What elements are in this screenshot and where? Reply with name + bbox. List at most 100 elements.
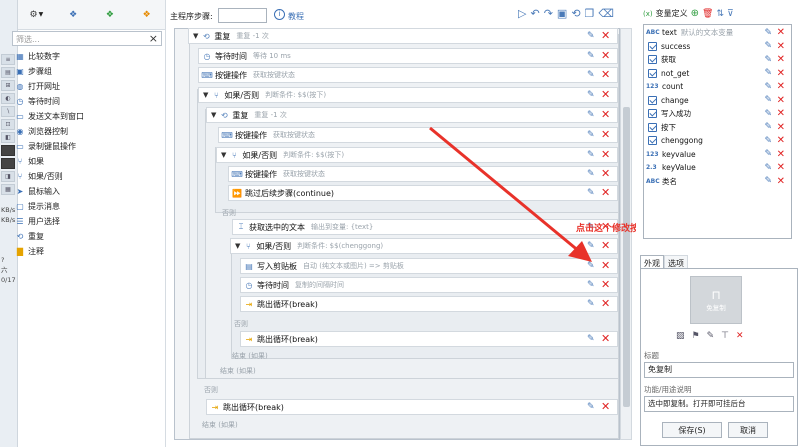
delete-icon[interactable]: ✕ xyxy=(777,176,785,187)
delete-icon[interactable]: ✕ xyxy=(601,168,611,180)
var-row[interactable]: ABC 类名 ✎ ✕ xyxy=(644,175,791,189)
delete-icon[interactable]: ✕ xyxy=(601,260,611,272)
edit-icon[interactable]: ✎ xyxy=(764,109,772,119)
preview-thumb[interactable]: ⊓ 免复制 xyxy=(690,276,742,324)
redo-icon[interactable]: ↷ xyxy=(544,7,553,20)
delete-icon[interactable]: ✕ xyxy=(777,41,785,52)
edit-icon[interactable]: ✎ xyxy=(764,82,772,92)
delete-icon[interactable]: ✕ xyxy=(601,401,611,413)
copy-icon[interactable]: ❐ xyxy=(585,7,595,20)
tool-item[interactable]: ☰ 用户选择 xyxy=(12,214,84,229)
delete-icon[interactable]: ✕ xyxy=(777,68,785,79)
delete-icon[interactable]: ✕ xyxy=(777,81,785,92)
var-row[interactable]: success ✎ ✕ xyxy=(644,40,791,54)
delete-icon[interactable]: ✕ xyxy=(601,279,611,291)
delete-icon[interactable]: ✕ xyxy=(777,54,785,65)
edit-icon[interactable]: ✎ xyxy=(764,176,772,186)
tab-settings[interactable]: ⚙ ▼ xyxy=(18,0,55,29)
edit-icon[interactable]: ✎ xyxy=(587,402,597,412)
tool-item[interactable]: ▣ 步骤组 xyxy=(12,64,84,79)
delete-icon[interactable]: ✕ xyxy=(601,298,611,310)
history-icon[interactable]: ⟲ xyxy=(571,7,580,20)
var-row[interactable]: 123 count ✎ ✕ xyxy=(644,80,791,94)
filter-input[interactable]: 筛选... × xyxy=(12,31,162,46)
edit-icon[interactable]: ✎ xyxy=(587,110,597,120)
tool-item[interactable]: ➤ 鼠标输入 xyxy=(12,184,84,199)
title-input[interactable]: 免复制 xyxy=(644,362,794,378)
edit-icon[interactable]: ✎ xyxy=(764,95,772,105)
delete-icon[interactable]: ✕ xyxy=(601,109,611,121)
scrollbar-thumb[interactable] xyxy=(623,107,630,407)
edit-icon[interactable]: ✎ xyxy=(587,70,597,80)
edit-icon[interactable]: ✎ xyxy=(764,163,772,173)
collapse-arrow-icon[interactable]: ▼ xyxy=(235,242,240,250)
tool-item[interactable]: ⑂ 如果 xyxy=(12,154,84,169)
edit-icon[interactable]: ✎ xyxy=(587,31,597,41)
delete-icon[interactable]: ✕ xyxy=(601,69,611,81)
step-wait[interactable]: ◷ 等待时间 复制的间隔时间 ✎ ✕ xyxy=(240,277,618,293)
delete-icon[interactable]: ✕ xyxy=(777,122,785,133)
var-row[interactable]: 2.3 keyValue ✎ ✕ xyxy=(644,161,791,175)
filter-icon[interactable]: ⊽ xyxy=(727,9,734,19)
tab-green[interactable]: ❖ xyxy=(92,0,129,29)
tool-item[interactable]: ◉ 浏览器控制 xyxy=(12,124,84,139)
var-row[interactable]: 获取 ✎ ✕ xyxy=(644,53,791,67)
delete-icon[interactable]: ✕ xyxy=(777,135,785,146)
tool-item[interactable]: ▭ 录制键鼠操作 xyxy=(12,139,84,154)
var-row[interactable]: chenggong ✎ ✕ xyxy=(644,134,791,148)
var-row[interactable]: 按下 ✎ ✕ xyxy=(644,121,791,135)
delete-icon[interactable]: ✕ xyxy=(601,30,611,42)
image-icon[interactable]: ▨ xyxy=(676,331,685,341)
delete-icon[interactable]: ✕ xyxy=(777,149,785,160)
delete-icon[interactable]: ✕ xyxy=(601,149,611,161)
edit-icon[interactable]: ✎ xyxy=(587,334,597,344)
undo-icon[interactable]: ↶ xyxy=(530,7,539,20)
delete-icon[interactable]: ✕ xyxy=(777,27,785,38)
info-icon[interactable]: i xyxy=(274,9,285,20)
delete-all-icon[interactable]: ⌫ xyxy=(598,7,614,20)
add-icon[interactable]: ⊕ xyxy=(691,8,699,19)
step-wait[interactable]: ◷ 等待时间 等待 10 ms ✎ ✕ xyxy=(198,48,618,64)
delete-icon[interactable]: ✕ xyxy=(601,129,611,141)
delete-icon[interactable]: ✕ xyxy=(601,50,611,62)
clear-icon[interactable]: × xyxy=(149,32,158,45)
tutorial-link[interactable]: 教程 xyxy=(288,11,304,22)
shirt-icon[interactable]: ⊤ xyxy=(721,331,729,341)
delete-icon[interactable]: ✕ xyxy=(777,108,785,119)
step-ifelse[interactable]: ▼ ⑂ 如果/否则 判断条件: $$(按下) ✎ ✕ xyxy=(198,87,618,103)
tool-item[interactable]: ◍ 打开网址 xyxy=(12,79,84,94)
flag-icon[interactable]: ⚑ xyxy=(692,331,700,341)
tool-item[interactable]: ⟲ 重复 xyxy=(12,229,84,244)
step-break[interactable]: ⇥ 跳出循环(break) ✎ ✕ xyxy=(240,296,618,312)
step-break[interactable]: ⇥ 跳出循环(break) ✎ ✕ xyxy=(206,399,618,415)
brush-icon[interactable]: ✎ xyxy=(707,331,715,341)
edit-icon[interactable]: ✎ xyxy=(764,41,772,51)
tab-orange[interactable]: ❖ xyxy=(128,0,165,29)
tool-item[interactable]: ▦ 比较数字 xyxy=(12,49,84,64)
var-row[interactable]: 写入成功 ✎ ✕ xyxy=(644,107,791,121)
edit-icon[interactable]: ✎ xyxy=(587,299,597,309)
step-key[interactable]: ⌨ 按键操作 获取按键状态 ✎ ✕ xyxy=(198,67,618,83)
edit-icon[interactable]: ✎ xyxy=(764,149,772,159)
save-button[interactable]: 保存(S) xyxy=(662,422,722,438)
collapse-arrow-icon[interactable]: ▼ xyxy=(193,32,198,40)
edit-icon[interactable]: ✎ xyxy=(587,90,597,100)
step-break[interactable]: ⇥ 跳出循环(break) ✎ ✕ xyxy=(240,331,618,347)
delete-icon[interactable]: ✕ xyxy=(736,331,744,341)
var-row[interactable]: not_get ✎ ✕ xyxy=(644,67,791,81)
delete-icon[interactable]: ✕ xyxy=(601,240,611,252)
trash-icon[interactable]: 🗑 xyxy=(702,9,713,19)
canvas-scrollbar[interactable] xyxy=(620,28,632,440)
tool-item[interactable]: ⑂ 如果/否则 xyxy=(12,169,84,184)
edit-icon[interactable]: ✎ xyxy=(587,280,597,290)
tool-item[interactable]: ▇ 注释 xyxy=(12,244,84,259)
edit-icon[interactable]: ✎ xyxy=(764,122,772,132)
delete-icon[interactable]: ✕ xyxy=(601,333,611,345)
edit-icon[interactable]: ✎ xyxy=(764,136,772,146)
save-icon[interactable]: ▣ xyxy=(557,7,567,20)
delete-icon[interactable]: ✕ xyxy=(601,89,611,101)
var-row[interactable]: ABC text 默认的文本变量 ✎ ✕ xyxy=(644,26,791,40)
tab-blue[interactable]: ❖ xyxy=(55,0,92,29)
sort-icon[interactable]: ⇅ xyxy=(716,9,724,19)
collapse-arrow-icon[interactable]: ▼ xyxy=(221,151,226,159)
